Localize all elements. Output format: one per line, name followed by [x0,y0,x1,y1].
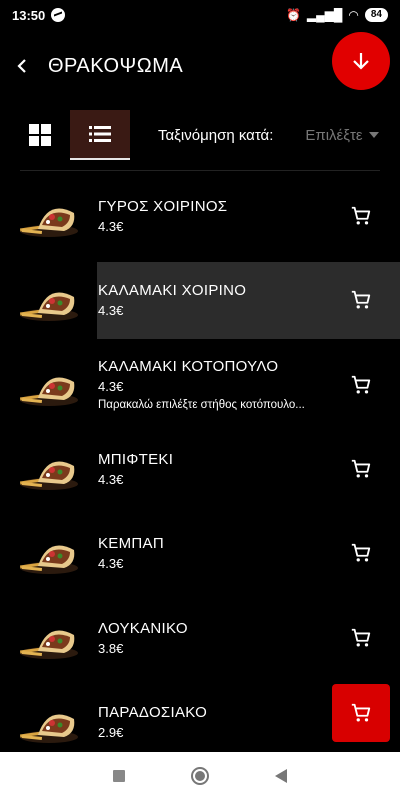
cart-icon [351,291,371,309]
app-header: ΘΡΑΚΟΨΩΜΑ [0,32,400,96]
product-note: Παρακαλώ επιλέξτε στήθος κοτόπουλο... [98,399,305,412]
product-item[interactable]: ΚΕΜΠΑΠ 4.3€ [0,511,400,595]
back-button[interactable] [4,48,40,84]
alarm-icon: ⏰ [285,8,301,22]
list-view-button[interactable] [70,110,130,160]
product-image [18,277,80,323]
product-image [18,193,80,239]
cart-icon [351,628,371,647]
cart-icon [351,544,371,562]
recents-icon[interactable] [113,770,125,782]
product-image [18,362,80,408]
status-icons: ⏰ ▂▄▆█ ◠ 84 [286,8,388,22]
cart-icon [351,206,371,225]
sandwich-image [19,377,78,406]
add-to-cart-button[interactable] [348,456,374,482]
wifi-icon: ◠ [348,8,359,22]
arrow-down-icon [353,53,369,70]
sandwich-image [19,292,78,322]
product-image [18,699,80,745]
caret-down-icon [368,132,379,138]
product-item[interactable]: ΚΑΛΑΜΑΚΙ ΧΟΙΡΙΝΟ 4.3€ [0,258,400,342]
status-time: 13:50 [12,7,46,23]
grid-icon [29,124,51,146]
signal-icon: ▂▄▆█ [306,8,343,22]
add-to-cart-button[interactable] [348,287,374,313]
sandwich-image [19,714,78,743]
cart-icon [351,375,371,394]
sort-dropdown[interactable]: Επιλέξτε [305,126,379,144]
product-item[interactable]: ΜΠΙΦΤΕΚΙ 4.3€ [0,427,400,511]
page-title: ΘΡΑΚΟΨΩΜΑ [48,54,184,77]
sandwich-image [19,461,78,491]
add-to-cart-button[interactable] [348,625,374,651]
product-list: ΓΥΡΟΣ ΧΟΙΡΙΝΟΣ 4.3€ ΚΑΛΑΜΑΚΙ ΧΟΙΡΙΝΟ 4.3… [0,174,400,764]
grid-view-button[interactable] [20,115,60,155]
product-item[interactable]: ΛΟΥΚΑΝΙΚΟ 3.8€ [0,595,400,679]
product-image [18,446,80,492]
product-image [18,615,80,661]
download-button[interactable] [332,32,390,90]
toolbar-divider [20,170,380,171]
add-to-cart-button[interactable] [348,372,374,398]
product-item[interactable]: ΚΑΛΑΜΑΚΙ ΚΟΤΟΠΟΥΛΟ 4.3€ Παρακαλώ επιλέξτ… [0,343,400,427]
battery-icon: 84 [364,8,388,22]
product-image [18,530,80,576]
system-nav-bar [0,752,400,800]
sandwich-image [19,630,78,659]
view-toolbar: Ταξινόμηση κατά: Επιλέξτε [0,110,400,160]
sort-value: Επιλέξτε [305,126,363,144]
sort-label: Ταξινόμηση κατά: [158,126,274,144]
chevron-left-icon [17,59,26,73]
cart-icon [351,459,371,478]
home-icon[interactable] [191,767,209,785]
cart-icon [351,703,371,722]
cart-fab-button[interactable] [332,684,390,742]
add-to-cart-button[interactable] [348,203,374,229]
sandwich-image [19,545,78,575]
add-to-cart-button[interactable] [348,540,374,566]
status-bar: 13:50 ⏰ ▂▄▆█ ◠ 84 [0,0,400,30]
product-item[interactable]: ΓΥΡΟΣ ΧΟΙΡΙΝΟΣ 4.3€ [0,174,400,258]
messenger-icon [51,8,66,22]
back-triangle-icon[interactable] [275,769,287,783]
list-icon [89,126,111,142]
sandwich-image [19,208,78,238]
